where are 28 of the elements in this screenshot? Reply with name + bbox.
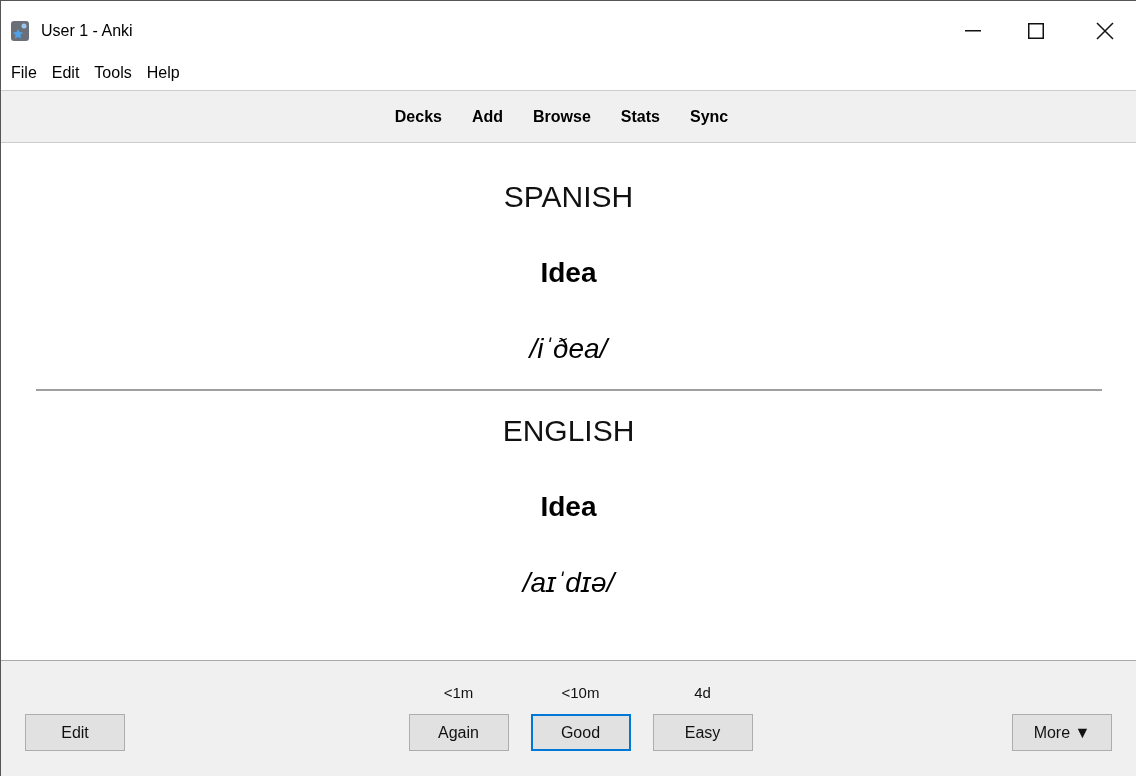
toolbar-link[interactable]: Sync [689,104,729,129]
toolbar-link[interactable]: Decks [394,104,442,129]
edit-button[interactable]: Edit [25,714,125,751]
answer-button[interactable]: Good [530,714,631,751]
answer-button[interactable]: Easy [652,714,753,751]
menu-item[interactable]: File [11,61,37,85]
menu-item[interactable]: Help [146,61,180,85]
interval-label: <10m [561,682,600,703]
word-text: Idea [540,256,597,290]
minimize-icon[interactable] [965,30,981,32]
interval-label: 4d [694,682,711,703]
word-text: Idea [540,490,597,524]
toolbar-link[interactable]: Stats [620,104,660,129]
more-button[interactable]: More ▼ [1012,714,1112,751]
window-title: User 1 - Anki [41,21,133,41]
close-icon[interactable] [1096,22,1114,40]
menu-item[interactable]: Edit [51,61,80,85]
toolbar-link[interactable]: Browse [533,104,591,129]
toolbar-link[interactable]: Add [471,104,504,129]
app-icon [11,21,29,41]
menu-item[interactable]: Tools [94,61,132,85]
pronunciation-text: /iˈðea/ [529,332,608,366]
field-label: ENGLISH [502,413,635,449]
interval-label: <1m [443,682,474,703]
maximize-icon[interactable] [1028,23,1044,39]
field-label: SPANISH [503,179,634,215]
pronunciation-text: /aɪˈdɪə/ [522,566,615,600]
answer-button[interactable]: Again [408,714,509,751]
